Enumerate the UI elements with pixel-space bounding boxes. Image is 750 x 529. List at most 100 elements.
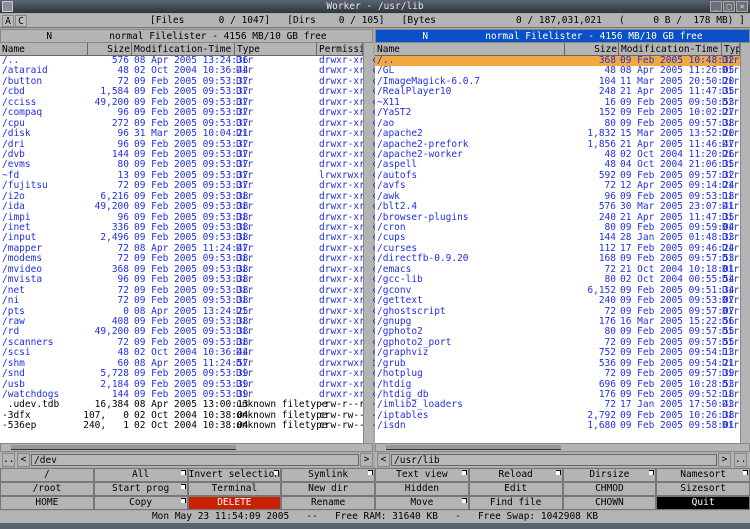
invert-selection-button[interactable]: Invert selection xyxy=(187,468,282,482)
file-row[interactable]: /gettext 240 09 Feb 2005 09:53:07 Dir xyxy=(375,295,750,307)
cell-size: 72 xyxy=(604,368,616,380)
cell-type: Dir xyxy=(236,128,254,140)
cell-name: /gettext xyxy=(377,295,423,307)
cell-mtime: 09 Feb 2005 09:53:39 xyxy=(134,368,249,380)
dirsize-button[interactable]: Dirsize xyxy=(562,468,657,482)
reload-button[interactable]: Reload xyxy=(468,468,563,482)
title-bar: Worker - /usr/lib _ □ × xyxy=(0,0,750,13)
cell-name: /isdn xyxy=(377,420,406,432)
cell-size: 240, 1 xyxy=(83,420,129,432)
rename-button[interactable]: Rename xyxy=(281,496,375,510)
cell-type: Dir xyxy=(236,201,254,213)
hidden-button[interactable]: Hidden xyxy=(375,482,469,496)
history-forward-button[interactable]: > xyxy=(718,453,731,467)
file-row[interactable]: /snd 5,728 09 Feb 2005 09:53:39 Dir drwxr-xr… xyxy=(0,368,376,380)
cell-type: Dir xyxy=(236,295,254,307)
sizesort-button[interactable]: Sizesort xyxy=(656,482,750,496)
cell-mtime: 02 Oct 2004 10:38:04 xyxy=(134,420,249,432)
file-row[interactable]: /ni 72 09 Feb 2005 09:53:38 Dir drwxr-xr-x xyxy=(0,295,376,307)
cell-name: /disk xyxy=(2,128,31,140)
selection-stats: [Files 0 / 1047] [Dirs 0 / 105] [Bytes 0… xyxy=(150,15,745,26)
cell-type: Dir xyxy=(722,295,740,307)
right-panel-header[interactable]: N normal Filelister - 4156 MB/10 GB free xyxy=(375,29,750,43)
cell-size: 1,832 xyxy=(587,128,616,140)
cell-type: Dir xyxy=(722,368,740,380)
home-button[interactable]: HOME xyxy=(0,496,94,510)
symlink-button[interactable]: Symlink xyxy=(281,468,375,482)
mode-c-button[interactable]: C xyxy=(15,15,27,27)
cell-name: /hotplug xyxy=(377,368,423,380)
left-horizontal-scrollbar[interactable] xyxy=(0,443,373,452)
window-title: Worker - /usr/lib xyxy=(326,1,424,12)
quit-button[interactable]: Quit xyxy=(656,496,750,510)
text-view-button[interactable]: Text view xyxy=(375,468,469,482)
chown-button[interactable]: CHOWN xyxy=(562,496,657,510)
cell-mtime: 15 Mar 2005 13:52:20 xyxy=(620,128,735,140)
window-menu-icon[interactable] xyxy=(2,1,13,12)
right-path-bar: < /usr/lib > .. xyxy=(375,453,750,467)
maximize-icon[interactable]: □ xyxy=(723,1,735,12)
cell-type: Dir xyxy=(722,420,740,432)
right-file-list[interactable]: /.. 368 09 Feb 2005 10:48:32 Dir/GL 48 08 Apr… xyxy=(375,55,750,432)
cell-mtime: 09 Feb 2005 09:53:38 xyxy=(134,295,249,307)
cell-type: Dir xyxy=(236,368,254,380)
chmod-button[interactable]: CHMOD xyxy=(562,482,657,496)
find-file-button[interactable]: Find file xyxy=(468,496,563,510)
terminal-button[interactable]: Terminal xyxy=(187,482,282,496)
history-forward-button[interactable]: > xyxy=(360,453,373,467)
file-row[interactable]: /ida 49,200 09 Feb 2005 09:53:38 Dir drwxr-x… xyxy=(0,201,376,213)
cell-name: /snd xyxy=(2,368,25,380)
cell-size: 96 xyxy=(117,128,129,140)
history-back-button[interactable]: < xyxy=(377,453,390,467)
right-path-input[interactable]: /usr/lib xyxy=(391,454,717,466)
cell-name: /ida xyxy=(2,201,25,213)
all-button[interactable]: All xyxy=(93,468,188,482)
left-vertical-scrollbar[interactable] xyxy=(363,43,373,443)
left-file-list[interactable]: /.. 576 08 Apr 2005 13:24:36 Dir drwxr-xr-x /… xyxy=(0,55,376,432)
new-dir-button[interactable]: New dir xyxy=(281,482,375,496)
cell-size: 5,728 xyxy=(100,368,129,380)
system-info: Mon May 23 11:54:09 2005 -- Free RAM: 31… xyxy=(0,511,750,523)
left-filelister: N normal Filelister - 4156 MB/10 GB free… xyxy=(0,29,376,443)
file-row[interactable]: /hotplug 72 09 Feb 2005 09:57:39 Dir xyxy=(375,368,750,380)
left-panel-header[interactable]: N normal Filelister - 4156 MB/10 GB free xyxy=(0,29,373,43)
file-row[interactable]: /apache2 1,832 15 Mar 2005 13:52:20 Dir xyxy=(375,128,750,140)
cell-mtime: 09 Feb 2005 09:53:38 xyxy=(134,201,249,213)
file-row[interactable]: /isdn 1,680 09 Feb 2005 09:58:01 Dir xyxy=(375,420,750,432)
minimize-icon[interactable]: _ xyxy=(710,1,722,12)
right-filelister: N normal Filelister - 4156 MB/10 GB free… xyxy=(375,29,750,443)
right-horizontal-scrollbar[interactable] xyxy=(375,443,750,452)
cell-type: Dir xyxy=(722,128,740,140)
cell-mtime: 09 Feb 2005 09:58:01 xyxy=(620,420,735,432)
cell-type: Dir xyxy=(722,201,740,213)
history-back-button[interactable]: < xyxy=(17,453,30,467)
command-buttons: / All Invert selection Symlink Text view Relo… xyxy=(0,468,750,510)
cell-size: 1,680 xyxy=(587,420,616,432)
left-path-input[interactable]: /dev xyxy=(31,454,359,466)
root-dir-button[interactable]: / xyxy=(0,468,94,482)
namesort-button[interactable]: Namesort xyxy=(656,468,750,482)
file-row[interactable]: /blt2.4 576 30 Mar 2005 23:07:41 Dir xyxy=(375,201,750,213)
cell-mtime: 09 Feb 2005 09:57:39 xyxy=(620,368,735,380)
close-icon[interactable]: × xyxy=(736,1,748,12)
cell-name: /apache2 xyxy=(377,128,423,140)
delete-button[interactable]: DELETE xyxy=(187,496,282,510)
file-row[interactable]: /disk 96 31 Mar 2005 10:04:21 Dir drwxr-xr-x xyxy=(0,128,376,140)
cell-mtime: 09 Feb 2005 09:53:07 xyxy=(620,295,735,307)
right-vertical-scrollbar[interactable] xyxy=(740,43,750,443)
cell-mtime: 30 Mar 2005 23:07:41 xyxy=(620,201,735,213)
parent-dir-button[interactable]: .. xyxy=(734,453,747,467)
file-row[interactable]: -536ep 240, 1 02 Oct 2004 10:38:04 unknown … xyxy=(0,420,376,432)
edit-button[interactable]: Edit xyxy=(468,482,563,496)
root-button[interactable]: /root xyxy=(0,482,94,496)
cell-name: /blt2.4 xyxy=(377,201,418,213)
start-prog-button[interactable]: Start prog xyxy=(93,482,188,496)
copy-button[interactable]: Copy xyxy=(93,496,188,510)
cell-size: 72 xyxy=(117,295,129,307)
move-button[interactable]: Move xyxy=(375,496,469,510)
parent-dir-button[interactable]: .. xyxy=(2,453,15,467)
mode-a-button[interactable]: A xyxy=(2,15,14,27)
cell-size: 49,200 xyxy=(94,201,129,213)
left-path-bar: .. < /dev > xyxy=(0,453,373,467)
col-name[interactable]: Name xyxy=(375,43,565,56)
